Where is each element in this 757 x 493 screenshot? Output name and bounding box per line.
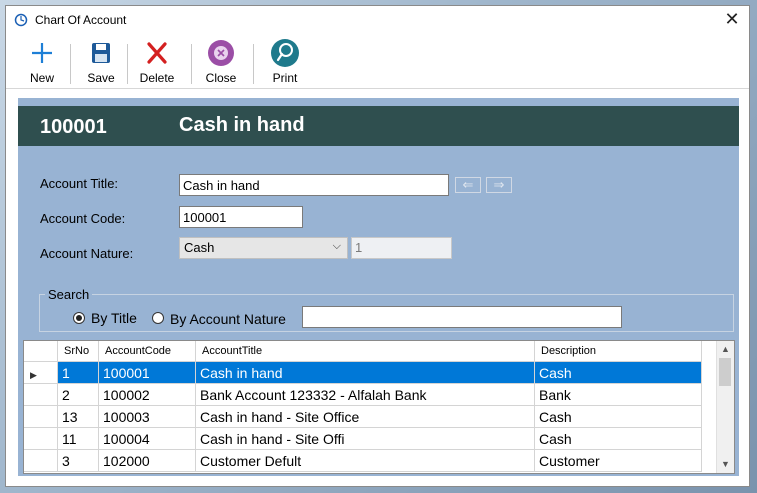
table-row[interactable]: 2 100002 Bank Account 123332 - Alfalah Ban… — [24, 383, 702, 406]
search-input[interactable] — [302, 306, 622, 328]
account-header: 100001 Cash in hand — [18, 106, 739, 146]
table-row[interactable]: 3 102000 Customer Defult Customer — [24, 449, 702, 472]
account-title-input[interactable] — [179, 174, 449, 196]
title-bar: Chart Of Account ✕ — [6, 6, 749, 34]
accounts-grid: SrNo AccountCode AccountTitle Descriptio… — [23, 340, 735, 474]
new-button[interactable]: New — [25, 38, 59, 86]
new-label: New — [29, 71, 54, 85]
cell-account-title[interactable]: Cash in hand - Site Offi — [195, 427, 535, 450]
row-header-cell[interactable] — [24, 405, 58, 428]
cell-account-code[interactable]: 100001 — [98, 361, 196, 384]
vertical-scrollbar[interactable]: ▲ ▼ — [716, 341, 734, 473]
cell-description[interactable]: Cash — [534, 427, 702, 450]
header-account-code: 100001 — [40, 116, 107, 138]
header-account-name: Cash in hand — [179, 114, 305, 136]
column-header-account-code[interactable]: AccountCode — [98, 341, 196, 362]
toolbar-separator — [127, 44, 128, 84]
current-row-pointer-icon: ▶ — [30, 369, 37, 380]
row-header-corner — [24, 341, 58, 362]
table-row[interactable]: ▶ 1 100001 Cash in hand Cash — [24, 361, 702, 384]
cell-account-code[interactable]: 102000 — [98, 449, 196, 472]
grid-header-row: SrNo AccountCode AccountTitle Descriptio… — [24, 341, 702, 362]
toolbar-separator — [191, 44, 192, 84]
column-header-srno[interactable]: SrNo — [57, 341, 99, 362]
account-code-input[interactable] — [179, 206, 303, 228]
column-header-description[interactable]: Description — [534, 341, 702, 362]
radio-selected-dot — [76, 315, 82, 321]
cell-account-code[interactable]: 100003 — [98, 405, 196, 428]
close-circle-icon — [208, 40, 234, 66]
cell-description[interactable]: Bank — [534, 383, 702, 406]
save-button[interactable]: Save — [84, 38, 118, 86]
next-record-button[interactable]: ⇒ — [486, 177, 512, 193]
cell-srno[interactable]: 11 — [57, 427, 99, 450]
delete-label: Delete — [139, 71, 175, 85]
delete-button[interactable]: Delete — [137, 38, 177, 86]
floppy-disk-icon — [92, 43, 110, 63]
row-header-cell[interactable]: ▶ — [24, 361, 58, 384]
row-header-cell[interactable] — [24, 427, 58, 450]
close-window-button[interactable]: ✕ — [721, 9, 743, 31]
chart-of-account-window: Chart Of Account ✕ New Save Delete Close… — [5, 5, 750, 487]
print-magnifier-icon — [271, 39, 299, 67]
toolbar-separator — [70, 44, 71, 84]
close-label: Close — [205, 71, 237, 85]
save-label: Save — [87, 71, 115, 85]
print-label: Print — [272, 71, 298, 85]
scroll-up-icon[interactable]: ▲ — [717, 341, 734, 358]
accounts-table: SrNo AccountCode AccountTitle Descriptio… — [24, 341, 702, 472]
row-header-cell[interactable] — [24, 449, 58, 472]
nature-id-field: 1 — [351, 237, 452, 259]
account-nature-label: Account Nature: — [40, 246, 134, 261]
cell-account-title[interactable]: Bank Account 123332 - Alfalah Bank — [195, 383, 535, 406]
window-title: Chart Of Account — [35, 13, 127, 27]
delete-x-icon — [147, 42, 167, 64]
account-code-label: Account Code: — [40, 211, 126, 226]
account-panel: 100001 Cash in hand Account Title: ⇐ ⇒ A… — [18, 98, 739, 476]
cell-description[interactable]: Cash — [534, 405, 702, 428]
cell-srno[interactable]: 3 — [57, 449, 99, 472]
print-button[interactable]: Print — [268, 38, 302, 86]
plus-icon — [32, 43, 52, 63]
close-button[interactable]: Close — [204, 38, 238, 86]
by-title-label: By Title — [91, 310, 137, 326]
scroll-thumb[interactable] — [719, 358, 731, 386]
cell-srno[interactable]: 13 — [57, 405, 99, 428]
cell-description[interactable]: Customer — [534, 449, 702, 472]
toolbar-separator — [253, 44, 254, 84]
cell-account-code[interactable]: 100004 — [98, 427, 196, 450]
scroll-down-icon[interactable]: ▼ — [717, 456, 734, 473]
cell-account-code[interactable]: 100002 — [98, 383, 196, 406]
column-header-account-title[interactable]: AccountTitle — [195, 341, 535, 362]
by-account-nature-radio[interactable] — [152, 312, 164, 324]
table-row[interactable]: 11 100004 Cash in hand - Site Offi Cash — [24, 427, 702, 450]
cell-account-title[interactable]: Cash in hand - Site Office — [195, 405, 535, 428]
by-account-nature-label: By Account Nature — [170, 311, 286, 327]
cell-description[interactable]: Cash — [534, 361, 702, 384]
previous-record-button[interactable]: ⇐ — [455, 177, 481, 193]
row-header-cell[interactable] — [24, 383, 58, 406]
by-title-radio[interactable] — [73, 312, 85, 324]
toolbar: New Save Delete Close Print — [6, 34, 749, 89]
table-row[interactable]: 13 100003 Cash in hand - Site Office Cash — [24, 405, 702, 428]
app-icon — [14, 13, 28, 27]
search-group-title: Search — [45, 287, 93, 302]
cell-account-title[interactable]: Cash in hand — [195, 361, 535, 384]
chevron-down-icon: ⌵ — [332, 240, 341, 252]
account-nature-value: Cash — [184, 240, 215, 255]
cell-srno[interactable]: 1 — [57, 361, 99, 384]
account-nature-select[interactable]: Cash ⌵ — [179, 237, 348, 259]
cell-srno[interactable]: 2 — [57, 383, 99, 406]
cell-account-title[interactable]: Customer Defult — [195, 449, 535, 472]
account-title-label: Account Title: — [40, 176, 119, 191]
